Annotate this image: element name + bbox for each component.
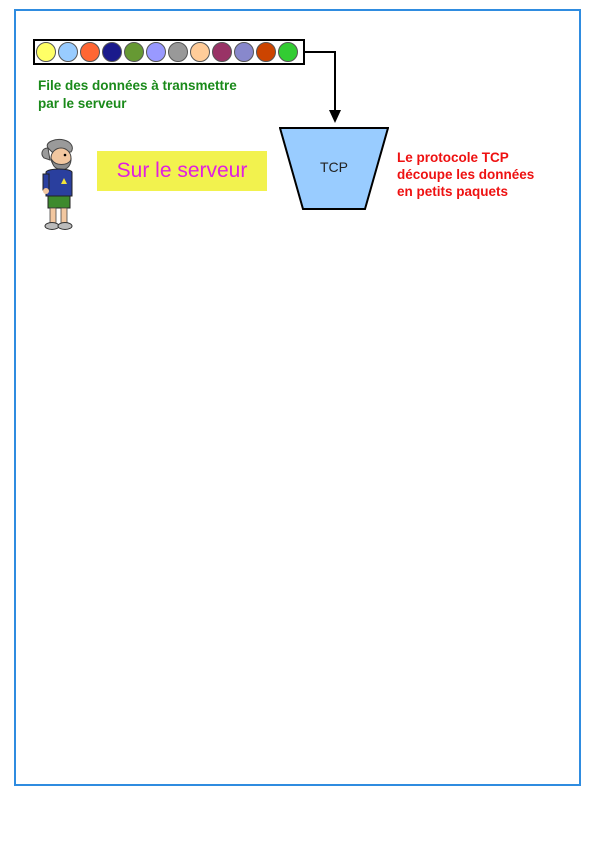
tcp-note-line2: découpe les données [397,167,535,182]
server-badge: Sur le serveur [97,151,267,191]
tcp-note-line3: en petits paquets [397,184,509,199]
bearded-man-icon [41,139,73,230]
tcp-label: TCP [320,159,348,175]
tcp-note-line1: Le protocole TCP [397,150,509,165]
tcp-funnel: TCP [278,127,390,210]
tcp-note: Le protocole TCP découpe les données en … [397,149,534,200]
